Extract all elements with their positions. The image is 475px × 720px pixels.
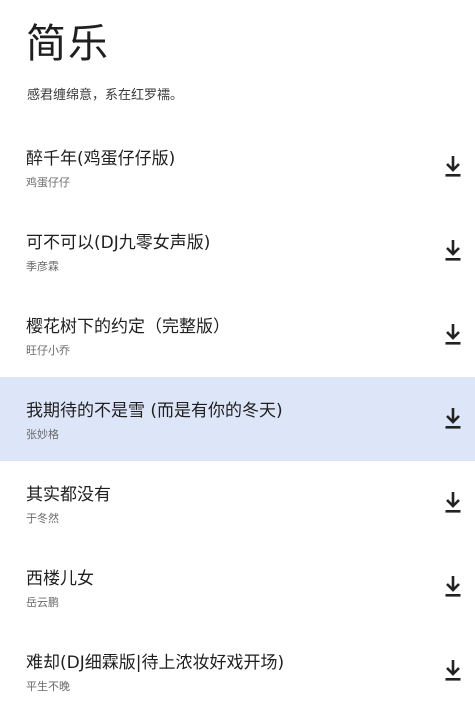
download-button[interactable] [438, 572, 468, 602]
song-artist: 季彦霖 [26, 260, 59, 273]
app-title: 简乐 [26, 21, 110, 67]
download-icon [445, 324, 461, 345]
song-title: 可不可以(DJ九零女声版) [26, 233, 211, 253]
download-button[interactable] [438, 656, 468, 686]
download-button[interactable] [438, 236, 468, 266]
song-item[interactable]: 樱花树下的约定（完整版） 旺仔小乔 [0, 293, 475, 377]
song-title: 西楼儿女 [26, 569, 94, 589]
song-item[interactable]: 其实都没有 于冬然 [0, 461, 475, 545]
download-icon [445, 660, 461, 681]
song-artist: 岳云鹏 [26, 596, 59, 609]
song-item[interactable]: 西楼儿女 岳云鹏 [0, 545, 475, 629]
song-artist: 张妙格 [26, 428, 59, 441]
download-button[interactable] [438, 320, 468, 350]
download-icon [445, 576, 461, 597]
song-item[interactable]: 可不可以(DJ九零女声版) 季彦霖 [0, 209, 475, 293]
song-item-selected[interactable]: 我期待的不是雪 (而是有你的冬天) 张妙格 [0, 377, 475, 461]
download-icon [445, 156, 461, 177]
song-item[interactable]: 难却(DJ细霖版|待上浓妆好戏开场) 平生不晚 [0, 629, 475, 713]
app-header: 简乐 感君缠绵意，系在红罗襦。 [0, 0, 475, 125]
song-list: 醉千年(鸡蛋仔仔版) 鸡蛋仔仔 可不可以(DJ九零女声版) 季彦霖 樱花树下的约… [0, 125, 475, 720]
song-title: 樱花树下的约定（完整版） [26, 317, 230, 337]
app-subtitle: 感君缠绵意，系在红罗襦。 [27, 88, 184, 103]
download-button[interactable] [438, 404, 468, 434]
download-icon [445, 240, 461, 261]
song-title: 醉千年(鸡蛋仔仔版) [26, 149, 176, 169]
song-title: 其实都没有 [26, 485, 111, 505]
download-button[interactable] [438, 152, 468, 182]
song-artist: 旺仔小乔 [26, 344, 70, 357]
song-title: 难却(DJ细霖版|待上浓妆好戏开场) [26, 653, 285, 673]
download-icon [445, 408, 461, 429]
song-artist: 平生不晚 [26, 680, 70, 693]
download-button[interactable] [438, 488, 468, 518]
song-item[interactable]: 醉千年(鸡蛋仔仔版) 鸡蛋仔仔 [0, 125, 475, 209]
download-icon [445, 492, 461, 513]
song-artist: 于冬然 [26, 512, 59, 525]
song-title: 我期待的不是雪 (而是有你的冬天) [26, 401, 283, 421]
song-artist: 鸡蛋仔仔 [26, 176, 70, 189]
